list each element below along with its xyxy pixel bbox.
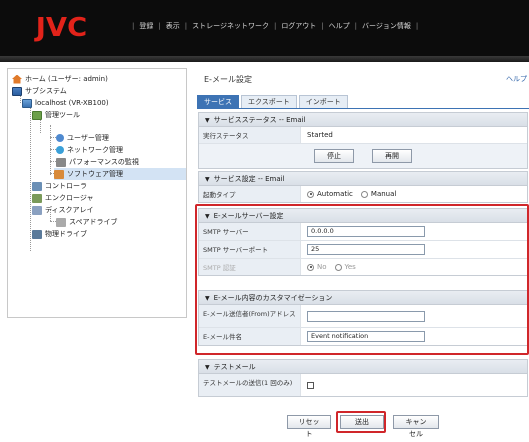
controller-icon (32, 181, 42, 191)
software-icon (54, 169, 64, 179)
tree-item-performance-monitor[interactable]: パフォーマンスの監視 (56, 156, 139, 168)
tree-item-disk-array[interactable]: ディスクアレイ (32, 204, 94, 216)
tree-item-server[interactable]: localhost (VR-XB100) (22, 97, 109, 109)
tab-export[interactable]: エクスポート (241, 95, 297, 108)
header-divider (0, 56, 529, 62)
user-icon (56, 134, 64, 142)
page-title: E-メール設定 (204, 75, 252, 84)
highlight-box-email-settings (195, 204, 529, 355)
reset-button[interactable]: リセット (287, 415, 331, 438)
tab-underline (197, 108, 529, 109)
tree-item-software-management[interactable]: ソフトウェア管理 (54, 168, 186, 180)
nav-view[interactable]: 表示 (166, 21, 180, 31)
startup-manual-radio[interactable] (360, 190, 368, 198)
collapse-triangle-icon[interactable]: ▼ (205, 364, 210, 371)
tools-folder-icon (32, 110, 42, 120)
highlight-box-submit (336, 411, 386, 433)
subsystem-icon (12, 86, 22, 96)
service-settings-header: サービス設定 -- Email (213, 175, 285, 183)
startup-type-label: 起動タイプ (199, 186, 301, 202)
nav-help[interactable]: ヘルプ (329, 21, 350, 31)
tab-service[interactable]: サービス (197, 95, 239, 108)
nav-version-info[interactable]: バージョン情報 (362, 21, 411, 31)
nav-register[interactable]: 登録 (139, 21, 153, 31)
spare-drive-icon (56, 217, 66, 227)
restart-button[interactable]: 再開 (372, 149, 412, 163)
tree-item-physical-drive[interactable]: 物理ドライブ (32, 228, 87, 240)
tree-item-home[interactable]: ホーム (ユーザー: admin) (12, 73, 108, 85)
help-link[interactable]: ヘルプ (506, 74, 527, 84)
test-mail-header: テストメール (213, 363, 256, 371)
tree-item-admin-tools[interactable]: 管理ツール (32, 109, 80, 121)
tree-item-enclosure[interactable]: エンクロージャ (32, 192, 94, 204)
tree-item-controller[interactable]: コントローラ (32, 180, 87, 192)
home-icon (12, 74, 22, 84)
network-icon (56, 146, 64, 154)
server-icon (22, 98, 32, 108)
test-mail-section: ▼ テストメール テストメールの送信(1 回のみ) (198, 359, 528, 397)
navigation-tree: ホーム (ユーザー: admin) サブシステム localhost (VR-X… (7, 68, 187, 318)
service-settings-section: ▼ サービス設定 -- Email 起動タイプ Automatic Manual (198, 171, 528, 203)
tree-item-spare-drive[interactable]: スペアドライブ (56, 216, 118, 228)
tree-item-subsystem[interactable]: サブシステム (12, 85, 67, 97)
top-nav: | 登録 | 表示 | ストレージネットワーク | ログアウト | ヘルプ | … (132, 21, 419, 31)
disk-array-icon (32, 205, 42, 215)
service-status-header: サービスステータス -- Email (213, 116, 306, 124)
nav-storage-network[interactable]: ストレージネットワーク (192, 21, 269, 31)
send-test-mail-label: テストメールの送信(1 回のみ) (199, 374, 301, 396)
service-status-section: ▼ サービスステータス -- Email 実行ステータス Started 停止 再… (198, 112, 528, 169)
collapse-triangle-icon[interactable]: ▼ (205, 117, 210, 124)
status-label: 実行ステータス (199, 127, 301, 143)
app-header: JVC | 登録 | 表示 | ストレージネットワーク | ログアウト | ヘル… (0, 0, 529, 56)
tree-item-user-management[interactable]: ユーザー管理 (56, 132, 109, 144)
tree-item-network-management[interactable]: ネットワーク管理 (56, 144, 123, 156)
status-value: Started (307, 131, 333, 139)
enclosure-icon (32, 193, 42, 203)
performance-icon (56, 157, 66, 167)
nav-logout[interactable]: ログアウト (281, 21, 316, 31)
startup-automatic-radio[interactable] (307, 190, 314, 198)
collapse-triangle-icon[interactable]: ▼ (205, 176, 210, 183)
stop-button[interactable]: 停止 (314, 149, 354, 163)
send-test-mail-checkbox[interactable] (307, 381, 314, 389)
jvc-logo: JVC (35, 13, 88, 43)
tab-bar: サービス エクスポート インポート (197, 95, 350, 108)
physical-drive-icon (32, 229, 42, 239)
tab-import[interactable]: インポート (298, 95, 348, 108)
cancel-button[interactable]: キャンセル (393, 415, 439, 438)
